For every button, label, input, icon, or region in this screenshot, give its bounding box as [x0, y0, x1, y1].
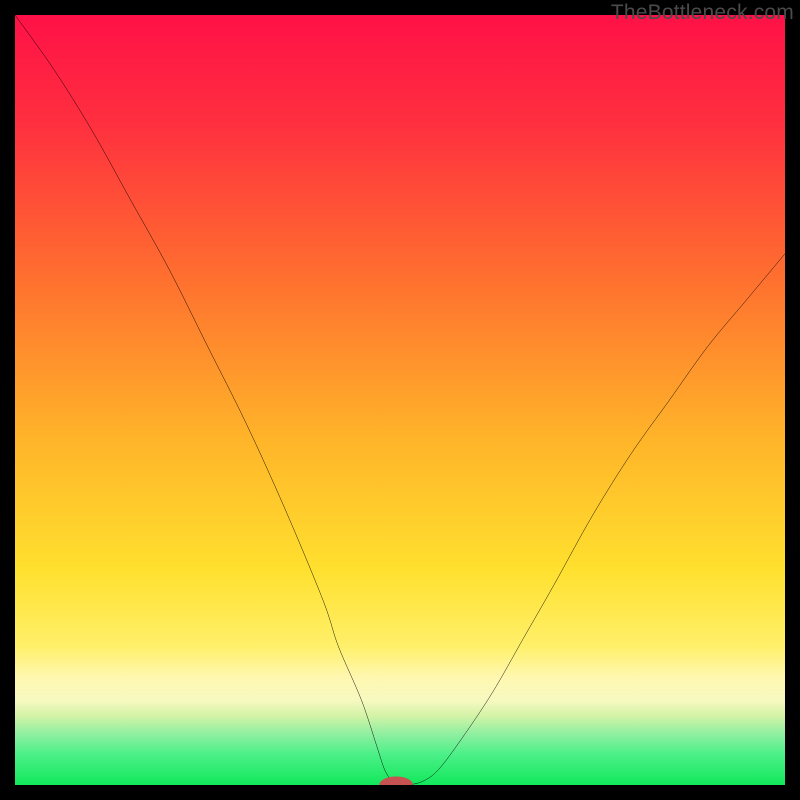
chart-stage: TheBottleneck.com	[0, 0, 800, 800]
watermark-text: TheBottleneck.com	[611, 2, 794, 23]
chart-svg	[15, 15, 785, 785]
chart-plot	[15, 15, 785, 785]
